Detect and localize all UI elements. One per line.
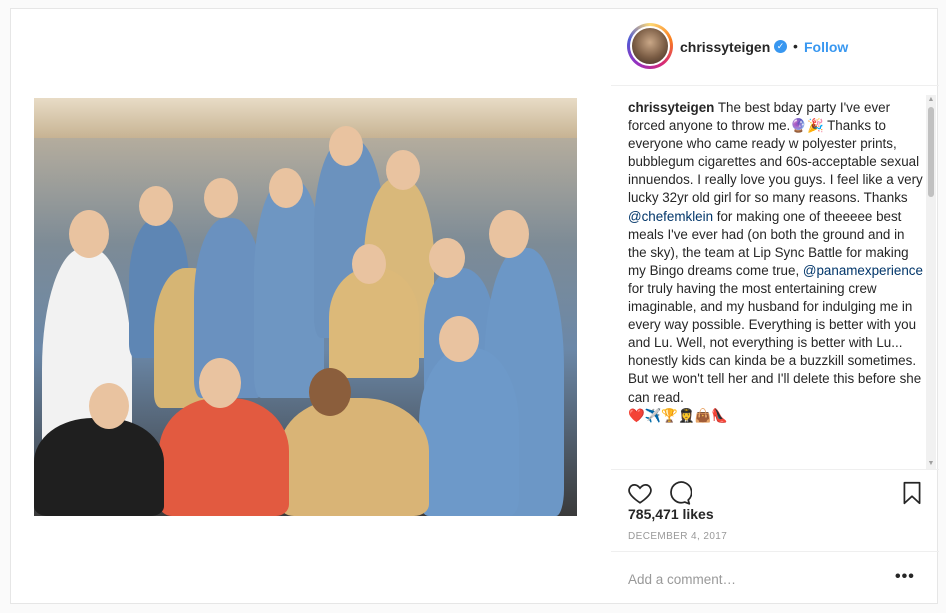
post-date[interactable]: DECEMBER 4, 2017 [628, 531, 727, 542]
caption-container[interactable]: chrissyteigen The best bday party I've e… [628, 99, 924, 457]
heart-icon[interactable] [627, 480, 653, 506]
mention-link-panamexperience[interactable]: @panamexperience [803, 263, 923, 278]
photo-person [419, 348, 519, 516]
caption-username-link[interactable]: chrissyteigen [628, 100, 714, 115]
post-sidebar: chrissyteigen ✓ • Follow chrissyteigen T… [611, 9, 939, 603]
caption-scrollbar[interactable]: ▲ ▼ [926, 95, 936, 469]
photo-person-head [386, 150, 420, 190]
action-bar [611, 469, 939, 505]
photo-person [159, 398, 289, 516]
scrollbar-thumb[interactable] [928, 107, 934, 197]
username-link[interactable]: chrissyteigen [680, 39, 770, 55]
bookmark-icon[interactable] [899, 480, 925, 506]
more-options-icon[interactable]: ••• [895, 568, 915, 586]
photo-ceiling [34, 98, 577, 138]
caption-text: for truly having the most entertaining c… [628, 280, 922, 405]
scroll-up-arrow-icon[interactable]: ▲ [926, 95, 936, 105]
scroll-down-arrow-icon[interactable]: ▼ [926, 459, 936, 469]
avatar-image [630, 26, 670, 66]
post-media [11, 9, 611, 603]
photo-person [34, 418, 164, 516]
likes-count[interactable]: 785,471 likes [628, 506, 714, 522]
profile-avatar[interactable] [627, 23, 673, 69]
add-comment-input[interactable] [628, 569, 878, 589]
photo-person-head [489, 210, 529, 258]
photo-person-head [89, 383, 129, 429]
photo-person-head [329, 126, 363, 166]
photo-person [329, 268, 419, 378]
photo-person [279, 398, 429, 516]
photo-person-head [352, 244, 386, 284]
photo-person-head [139, 186, 173, 226]
post-photo[interactable] [34, 98, 577, 516]
photo-person-head [429, 238, 465, 278]
photo-person-head [69, 210, 109, 258]
instagram-post: chrissyteigen ✓ • Follow chrissyteigen T… [10, 8, 939, 604]
comment-icon[interactable] [666, 480, 693, 506]
photo-person-head [309, 368, 351, 416]
photo-person-head [269, 168, 303, 208]
caption-emoji: 🔮🎉 [790, 118, 824, 134]
caption-emoji: ❤️✈️🏆👩‍✈️👜👠 [628, 407, 729, 423]
comment-area: ••• [611, 551, 939, 606]
mention-link-chefemklein[interactable]: @chefemklein [628, 209, 713, 224]
photo-person-head [439, 316, 479, 362]
follow-button[interactable]: Follow [804, 39, 848, 55]
post-header: chrissyteigen ✓ • Follow [611, 9, 939, 86]
photo-person-head [204, 178, 238, 218]
separator-dot: • [793, 38, 798, 54]
photo-person-head [199, 358, 241, 408]
verified-badge-icon: ✓ [774, 40, 787, 53]
post-caption: chrissyteigen The best bday party I've e… [628, 99, 924, 425]
